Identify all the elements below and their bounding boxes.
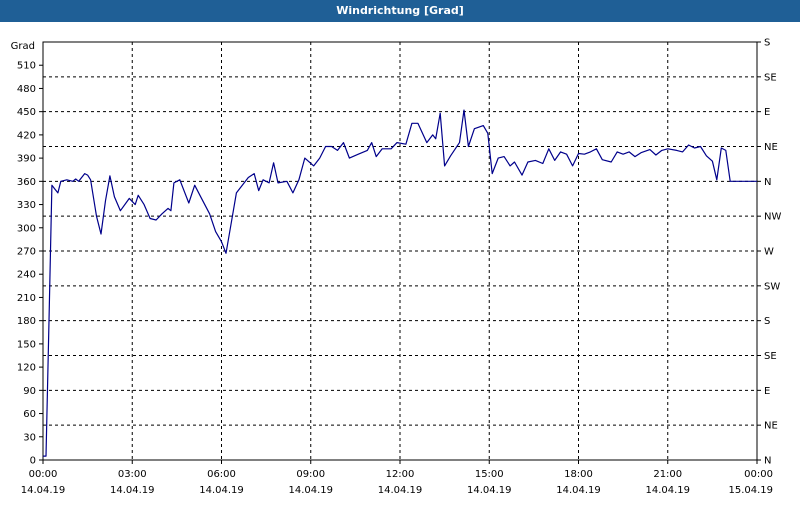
right-tick-label: NE	[764, 142, 778, 153]
x-tick-label-date: 14.04.19	[467, 485, 512, 496]
y-tick-label: 420	[17, 130, 36, 141]
x-tick-label-date: 14.04.19	[556, 485, 601, 496]
right-tick-label: S	[764, 38, 770, 49]
y-tick-label: 0	[30, 456, 36, 467]
y-tick-label: 510	[17, 61, 36, 72]
y-tick-label: 90	[23, 386, 36, 397]
x-tick-label-date: 14.04.19	[288, 485, 333, 496]
y-tick-label: 480	[17, 84, 36, 95]
y-tick-label: 390	[17, 154, 36, 165]
x-tick-label-date: 14.04.19	[645, 485, 690, 496]
right-tick-label: E	[764, 386, 770, 397]
y-tick-label: 300	[17, 223, 36, 234]
y-tick-label: 60	[23, 409, 36, 420]
line-chart: 0 30 60 90 120 150 180 210 240 270 300 330 360 390 420…	[11, 38, 782, 497]
y-tick-label: 120	[17, 363, 36, 374]
chart-window: Windrichtung [Grad] 0 30 60 90 120 150 180 210 2…	[0, 0, 800, 500]
y-axis-label: Grad	[11, 41, 35, 52]
x-tick-label-date: 14.04.19	[378, 485, 423, 496]
y-tick-label: 450	[17, 107, 36, 118]
plot-area: 0 30 60 90 120 150 180 210 240 270 300 330 360 390 420…	[0, 22, 800, 500]
x-tick-label-time: 06:00	[207, 469, 236, 480]
x-tick-label-time: 03:00	[118, 469, 147, 480]
y-tick-label: 240	[17, 270, 36, 281]
x-tick-label-date: 14.04.19	[199, 485, 244, 496]
x-tick-label-time: 21:00	[653, 469, 682, 480]
x-tick-label-date: 14.04.19	[110, 485, 155, 496]
x-tick-label-time: 00:00	[29, 469, 58, 480]
right-tick-label: SE	[764, 351, 777, 362]
x-tick-label-time: 15:00	[475, 469, 504, 480]
x-tick-label-time: 18:00	[564, 469, 593, 480]
window-title: Windrichtung [Grad]	[0, 0, 800, 22]
y-tick-label: 330	[17, 200, 36, 211]
right-tick-label: NW	[764, 212, 781, 223]
y-tick-label: 150	[17, 339, 36, 350]
y-tick-label: 270	[17, 247, 36, 258]
right-tick-label: W	[764, 247, 774, 258]
right-tick-label: SE	[764, 72, 777, 83]
x-tick-label-date: 15.04.19	[728, 485, 773, 496]
x-tick-label-time: 09:00	[296, 469, 325, 480]
right-tick-label: E	[764, 107, 770, 118]
x-tick-label-date: 14.04.19	[21, 485, 66, 496]
y-tick-label: 180	[17, 316, 36, 327]
y-tick-label: 360	[17, 177, 36, 188]
x-tick-label-time: 00:00	[744, 469, 773, 480]
right-tick-label: N	[764, 177, 771, 188]
y-tick-label: 30	[23, 432, 36, 443]
right-tick-label: SW	[764, 281, 780, 292]
y-tick-label: 210	[17, 293, 36, 304]
right-tick-label: NE	[764, 421, 778, 432]
right-tick-label: S	[764, 316, 770, 327]
right-tick-label: N	[764, 456, 771, 467]
x-tick-label-time: 12:00	[386, 469, 415, 480]
